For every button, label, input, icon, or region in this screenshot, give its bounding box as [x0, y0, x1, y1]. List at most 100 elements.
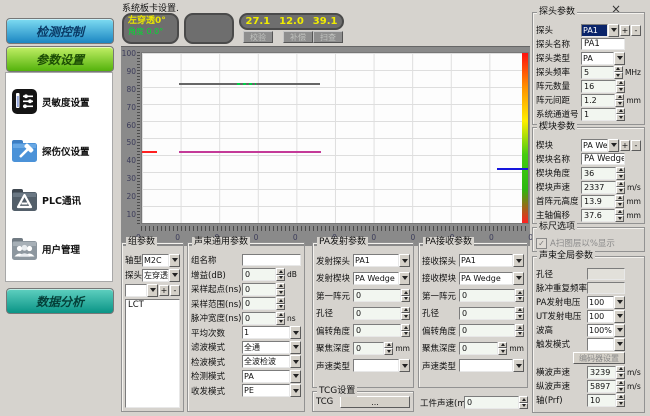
dropdown-arrow-icon[interactable]	[290, 341, 301, 354]
tx-steer-angle-stepper[interactable]: 0	[353, 324, 410, 337]
average-count-select[interactable]: 1	[242, 326, 301, 339]
shear-velocity-stepper[interactable]: 3239	[587, 366, 625, 379]
dropdown-arrow-icon[interactable]	[399, 359, 410, 372]
wedge-angle-stepper[interactable]: 36	[581, 167, 625, 180]
add-group-button[interactable]: +	[159, 285, 169, 296]
detect-control-button[interactable]: 检测控制	[6, 18, 114, 44]
axis-type-select[interactable]: M2C	[142, 254, 180, 267]
tx-probe-select[interactable]: PA1	[353, 254, 410, 267]
pa-voltage-select[interactable]: 100	[587, 296, 625, 309]
cal-button[interactable]: 校验	[243, 31, 273, 43]
spin-down-icon[interactable]	[401, 313, 410, 320]
add-probe-button[interactable]: +	[620, 25, 630, 36]
group-probe-select[interactable]: 左穿透0°	[142, 269, 180, 282]
gain-stepper[interactable]: 0	[242, 268, 285, 281]
dropdown-arrow-icon[interactable]	[614, 338, 625, 351]
rx-velocity-type-select[interactable]	[459, 359, 524, 372]
dropdown-arrow-icon[interactable]	[513, 359, 524, 372]
checkbox-icon[interactable]: ✓	[536, 238, 547, 249]
remove-wedge-button[interactable]: -	[631, 140, 641, 151]
ut-voltage-select[interactable]: 100	[587, 310, 625, 323]
spin-down-icon[interactable]	[616, 372, 625, 379]
wedge-select[interactable]: PA Wedge	[581, 139, 619, 152]
wave-height-select[interactable]: 100%	[587, 324, 625, 337]
sidebar-item-sensitivity[interactable]: 灵敏度设置	[6, 77, 112, 126]
group-name-field[interactable]	[242, 254, 301, 266]
rx-wedge-select[interactable]: PA Wedge	[459, 272, 524, 285]
dropdown-arrow-icon[interactable]	[513, 254, 524, 267]
first-element-height-stepper[interactable]: 13.9	[581, 195, 624, 208]
remove-probe-button[interactable]: -	[631, 25, 641, 36]
wedge-velocity-stepper[interactable]: 2337	[581, 181, 625, 194]
probe-type-select[interactable]: PA	[581, 52, 625, 65]
spin-down-icon[interactable]	[384, 348, 393, 355]
spin-down-icon[interactable]	[401, 331, 410, 338]
cal-button[interactable]: 扫查	[313, 31, 343, 43]
list-item[interactable]: LCT	[126, 300, 179, 311]
spin-down-icon[interactable]	[616, 187, 625, 194]
dropdown-arrow-icon[interactable]	[614, 324, 625, 337]
axis-offset-stepper[interactable]: 37.6	[581, 209, 624, 222]
dropdown-arrow-icon[interactable]	[608, 139, 619, 152]
workpiece-velocity-stepper[interactable]: 0	[464, 396, 528, 409]
system-channel-stepper[interactable]: 1	[581, 108, 625, 121]
spin-down-icon[interactable]	[515, 296, 524, 303]
cal-button[interactable]: 补偿	[283, 31, 313, 43]
spin-down-icon[interactable]	[614, 72, 623, 79]
spin-down-icon[interactable]	[515, 313, 524, 320]
trx-mode-select[interactable]: PE	[242, 384, 301, 397]
spin-down-icon[interactable]	[615, 215, 624, 222]
sidebar-item-plc[interactable]: PLC通讯	[6, 175, 112, 224]
tx-aperture-stepper[interactable]: 0	[353, 307, 410, 320]
pulse-width-stepper[interactable]: 0	[242, 312, 285, 325]
dropdown-arrow-icon[interactable]	[614, 296, 625, 309]
rectification-mode-select[interactable]: 全波检波	[242, 355, 301, 368]
filter-mode-select[interactable]: 全通	[242, 341, 301, 354]
tx-velocity-type-select[interactable]	[353, 359, 410, 372]
longitudinal-velocity-stepper[interactable]: 5897	[587, 380, 625, 393]
dropdown-arrow-icon[interactable]	[169, 269, 180, 282]
spin-down-icon[interactable]	[616, 400, 625, 407]
dropdown-arrow-icon[interactable]	[399, 272, 410, 285]
dropdown-arrow-icon[interactable]	[290, 370, 301, 383]
spin-down-icon[interactable]	[276, 304, 285, 311]
data-analysis-button[interactable]: 数据分析	[6, 288, 114, 314]
group-spare-select[interactable]	[125, 284, 158, 297]
tx-wedge-select[interactable]: PA Wedge	[353, 272, 410, 285]
dropdown-arrow-icon[interactable]	[147, 284, 158, 297]
encoder-settings-button[interactable]: 编码器设置	[573, 352, 625, 364]
trigger-mode-select[interactable]	[587, 338, 625, 351]
rx-aperture-stepper[interactable]: 0	[459, 307, 524, 320]
dropdown-arrow-icon[interactable]	[290, 326, 301, 339]
spin-down-icon[interactable]	[616, 173, 625, 180]
dropdown-arrow-icon[interactable]	[614, 310, 625, 323]
element-pitch-stepper[interactable]: 1.2	[581, 94, 624, 107]
sidebar-item-users[interactable]: 用户管理	[6, 224, 112, 273]
rx-steer-angle-stepper[interactable]: 0	[459, 324, 524, 337]
dropdown-arrow-icon[interactable]	[290, 355, 301, 368]
dropdown-arrow-icon[interactable]	[614, 52, 625, 65]
parameter-settings-button[interactable]: 参数设置	[6, 46, 114, 72]
rx-first-element-stepper[interactable]: 0	[459, 289, 524, 302]
element-count-stepper[interactable]: 16	[581, 80, 625, 93]
sample-start-stepper[interactable]: 0	[242, 283, 285, 296]
dropdown-arrow-icon[interactable]	[290, 384, 301, 397]
spin-down-icon[interactable]	[616, 86, 625, 93]
spin-down-icon[interactable]	[515, 331, 524, 338]
rx-focus-depth-stepper[interactable]: 0	[459, 342, 507, 355]
spin-down-icon[interactable]	[276, 275, 285, 282]
dropdown-arrow-icon[interactable]	[513, 272, 524, 285]
spin-down-icon[interactable]	[276, 289, 285, 296]
dropdown-arrow-icon[interactable]	[169, 254, 180, 267]
spin-down-icon[interactable]	[498, 348, 507, 355]
tcg-edit-button[interactable]: ...	[340, 396, 410, 408]
group-list[interactable]: LCT	[125, 299, 180, 408]
sidebar-item-flaw-detector[interactable]: 探伤仪设置	[6, 126, 112, 175]
probe-name-field[interactable]: PA1	[581, 38, 625, 50]
sample-range-stepper[interactable]: 0	[242, 297, 285, 310]
add-wedge-button[interactable]: +	[620, 140, 630, 151]
wedge-name-field[interactable]: PA Wedge	[581, 153, 625, 165]
tx-first-element-stepper[interactable]: 0	[353, 289, 410, 302]
dropdown-arrow-icon[interactable]	[608, 24, 619, 37]
spin-down-icon[interactable]	[615, 201, 624, 208]
